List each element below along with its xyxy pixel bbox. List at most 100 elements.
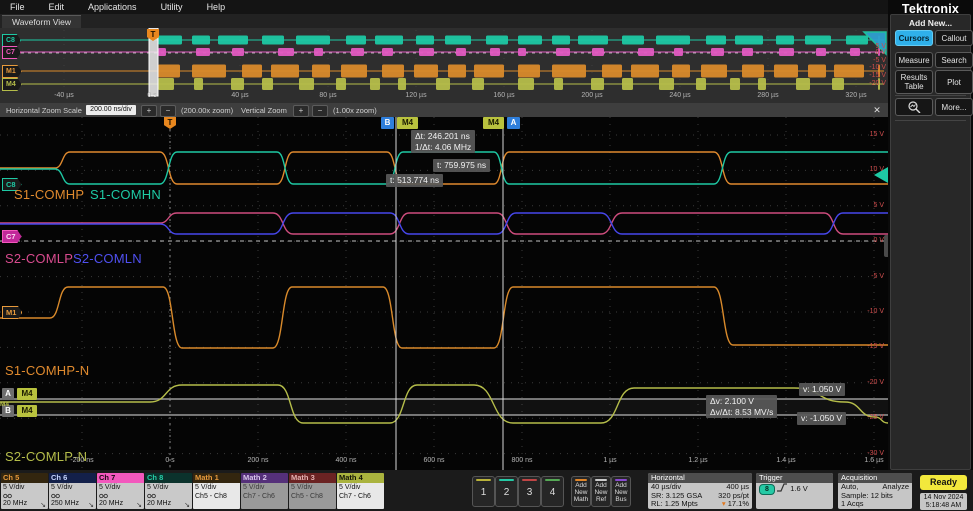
- badge-header: Math 2: [241, 473, 288, 483]
- add-new-bus-button[interactable]: AddNewBus: [611, 476, 631, 507]
- horizontal-panel[interactable]: Horizontal 40 µs/div400 µs SR: 3.125 GSA…: [648, 473, 752, 509]
- cursor-b-m4-badge[interactable]: M4: [397, 117, 418, 129]
- h-zoom-plus-button[interactable]: +: [141, 105, 157, 117]
- badge-header: Math 4: [337, 473, 384, 483]
- channel-badge-7[interactable]: Ch 75 V/div20 MHz↘: [97, 473, 144, 509]
- bottom-bar: Horizontal 40 µs/div400 µs SR: 3.125 GSA…: [0, 470, 973, 511]
- overview-y-tick: -10 V: [858, 64, 886, 71]
- math-badge-4[interactable]: Math 45 V/divCh7 - Ch6: [337, 473, 384, 509]
- channel-badge-6[interactable]: Ch 65 V/div250 MHz↘: [49, 473, 96, 509]
- trigger-panel[interactable]: Trigger 8 1.6 V: [756, 473, 833, 509]
- badge-body: 5 V/div20 MHz↘: [145, 483, 192, 509]
- menu-item-applications[interactable]: Applications: [88, 2, 137, 12]
- h-zoom-minus-button[interactable]: −: [160, 105, 176, 117]
- search-button[interactable]: Search: [935, 52, 973, 68]
- add-new-ref-button[interactable]: AddNewRef: [591, 476, 611, 507]
- math-badge-1[interactable]: Math 15 V/divCh5 - Ch8: [193, 473, 240, 509]
- main-y-tick: 0 V: [856, 237, 884, 244]
- badge-vdiv: 5 V/div: [99, 484, 142, 493]
- badge-header: Ch 6: [49, 473, 96, 483]
- overview-plot[interactable]: C8C7M1M4T-40 µs0 s40 µs80 µs120 µs160 µs…: [0, 28, 888, 103]
- s2-comln-label: S2-COMLN: [73, 251, 142, 266]
- overview-x-tick: 40 µs: [218, 92, 262, 99]
- math-badge-2[interactable]: Math 25 V/divCh7 - Ch6: [241, 473, 288, 509]
- probe-icon-row: [3, 493, 46, 500]
- overview-x-tick: 160 µs: [482, 92, 526, 99]
- overview-x-tick: 80 µs: [306, 92, 350, 99]
- waveform-slot-button-2[interactable]: 2: [495, 476, 518, 507]
- badge-vdiv: 5 V/div: [339, 484, 382, 493]
- plot-button[interactable]: Plot: [935, 70, 973, 94]
- close-zoom-view-icon[interactable]: ✕: [870, 104, 884, 116]
- main-y-tick: 5 V: [856, 202, 884, 209]
- more--button[interactable]: More...: [935, 98, 973, 116]
- overview-x-tick: 120 µs: [394, 92, 438, 99]
- main-y-tick: -25 V: [856, 414, 884, 421]
- badge-vdiv: 5 V/div: [147, 484, 190, 493]
- hcursor-b-m4-badge[interactable]: M4: [17, 405, 37, 417]
- trace-s2-comln: [0, 213, 888, 234]
- main-y-tick: -20 V: [856, 379, 884, 386]
- h-percent: 17.1%: [728, 499, 749, 508]
- hcursor-a-badge[interactable]: A: [2, 388, 14, 400]
- add-button-label: AddNewRef: [592, 482, 610, 503]
- tab-waveform-view[interactable]: Waveform View: [2, 15, 81, 29]
- badge-header: Ch 5: [1, 473, 48, 483]
- waveform-slot-button-4[interactable]: 4: [541, 476, 564, 507]
- probe-icon: [99, 493, 108, 499]
- main-y-tick: -10 V: [856, 308, 884, 315]
- bandwidth-limit-icon: ↘: [88, 502, 94, 510]
- add-new-math-button[interactable]: AddNewMath: [571, 476, 591, 507]
- add-color-stripe: [575, 479, 587, 481]
- overview-x-tick: 320 µs: [834, 92, 878, 99]
- cursor-b-badge[interactable]: B: [381, 117, 394, 129]
- channel-badge-8[interactable]: Ch 85 V/div20 MHz↘: [145, 473, 192, 509]
- overview-x-tick: 0 s: [130, 92, 174, 99]
- add-new-panel: Add New... CursorsCalloutMeasureSearchRe…: [890, 14, 971, 470]
- badge-header: Math 3: [289, 473, 336, 483]
- main-waveform-plot[interactable]: T B M4 M4 A C8 S1-COMHP S1-COMHN C7 S2-C…: [0, 117, 888, 470]
- badge-vdiv: 5 V/div: [291, 484, 334, 493]
- menu-item-file[interactable]: File: [10, 2, 25, 12]
- math-badge-3[interactable]: Math 35 V/divCh5 - Ch8: [289, 473, 336, 509]
- slot-number: 4: [542, 487, 563, 498]
- cursor-delta-readout: Δt: 246.201 ns 1/Δt: 4.06 MHz: [411, 130, 475, 153]
- badge-source: Ch5 - Ch8: [195, 493, 238, 502]
- s1-comhp-label: S1-COMHP: [14, 187, 84, 202]
- horizontal-zoom-scale-value[interactable]: 200.00 ns/div: [86, 105, 136, 115]
- cursor-a-badge[interactable]: A: [507, 117, 520, 129]
- waveform-slot-button-3[interactable]: 3: [518, 476, 541, 507]
- waveform-slot-button-1[interactable]: 1: [472, 476, 495, 507]
- bandwidth-limit-icon: ↘: [184, 502, 190, 510]
- overview-y-tick: -5 V: [858, 57, 886, 64]
- add-color-stripe: [595, 479, 607, 481]
- results-table-button[interactable]: Results Table: [895, 70, 933, 94]
- channel-badge-5[interactable]: Ch 55 V/div20 MHz↘: [1, 473, 48, 509]
- hcursor-a-m4-badge[interactable]: M4: [17, 388, 37, 400]
- main-x-tick: 1 µs: [588, 457, 632, 464]
- slot-color-stripe: [499, 479, 514, 481]
- probe-icon-row: [147, 493, 190, 500]
- badge-vdiv: 5 V/div: [195, 484, 238, 493]
- main-x-tick: 1.2 µs: [676, 457, 720, 464]
- overview-x-tick: 200 µs: [570, 92, 614, 99]
- zoom-plot-icon-button[interactable]: [895, 98, 933, 116]
- sidebar-separator: [895, 95, 966, 96]
- menu-item-help[interactable]: Help: [207, 2, 226, 12]
- measure-button[interactable]: Measure: [895, 52, 933, 68]
- v-zoom-minus-button[interactable]: −: [312, 105, 328, 117]
- menu-item-utility[interactable]: Utility: [161, 2, 183, 12]
- acquisition-panel[interactable]: Acquisition Auto,Analyze Sample: 12 bits…: [838, 473, 912, 509]
- v-zoom-plus-button[interactable]: +: [293, 105, 309, 117]
- dv-dt-value: Δv/Δt: 8.53 MV/s: [710, 407, 773, 418]
- cursor-a-time-readout: t: 759.975 ns: [433, 159, 490, 172]
- cursors-button[interactable]: Cursors: [895, 30, 933, 46]
- s1-comhn-label: S1-COMHN: [90, 187, 161, 202]
- menu-item-edit[interactable]: Edit: [49, 2, 65, 12]
- cursor-a-m4-badge[interactable]: M4: [483, 117, 504, 129]
- menu-bar: File Edit Applications Utility Help: [0, 0, 973, 14]
- callout-button[interactable]: Callout: [935, 30, 973, 46]
- zoom-toolbar: Horizontal Zoom Scale 200.00 ns/div + − …: [0, 103, 888, 117]
- badge-body: 5 V/divCh7 - Ch6: [337, 483, 384, 509]
- slot-color-stripe: [522, 479, 537, 481]
